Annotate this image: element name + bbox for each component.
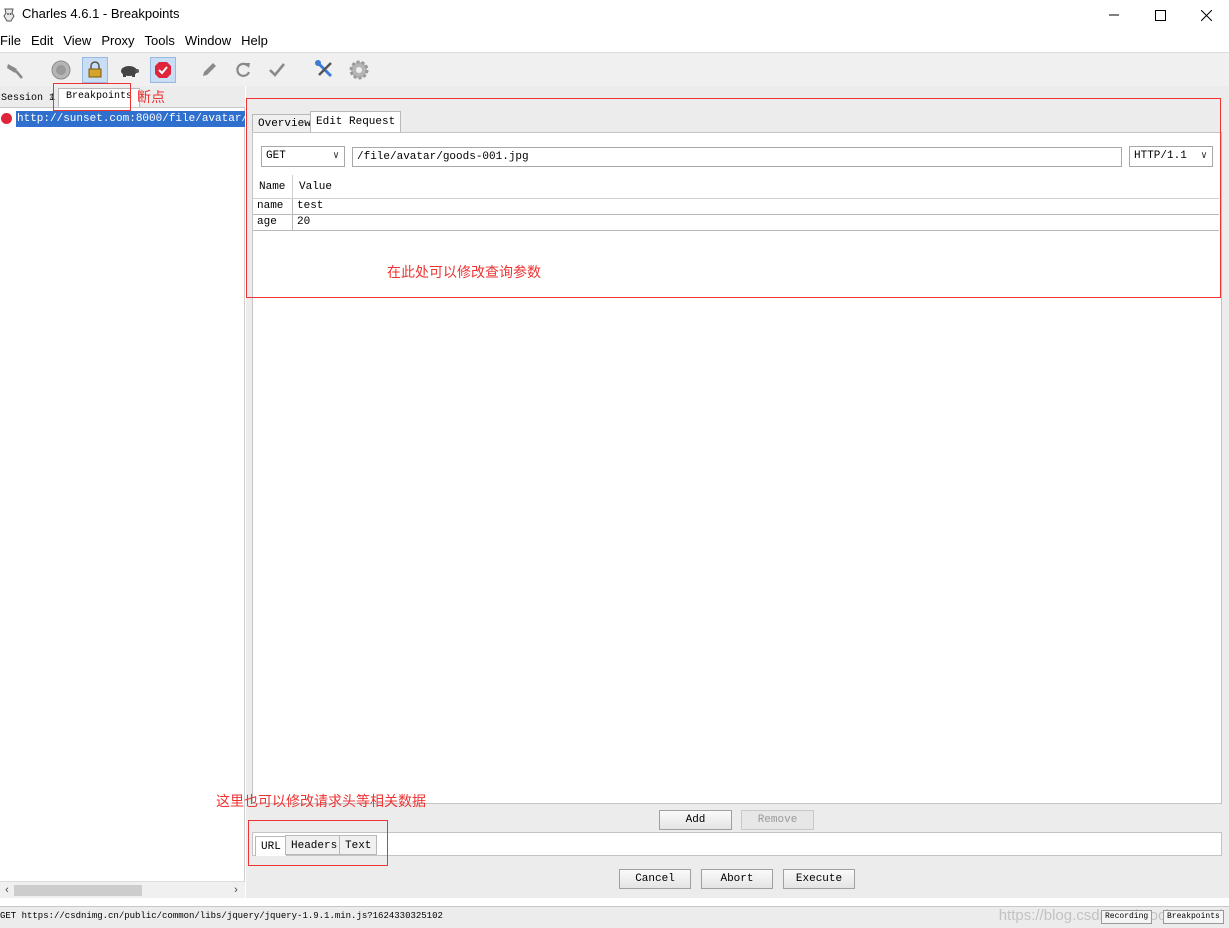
horizontal-scrollbar[interactable]: ‹ › xyxy=(0,881,245,898)
request-list-item[interactable]: http://sunset.com:8000/file/avatar/goods… xyxy=(0,110,245,128)
execute-button[interactable]: Execute xyxy=(783,869,855,889)
menu-view[interactable]: View xyxy=(58,30,96,52)
toolbar xyxy=(0,52,1229,86)
annotation-edit-headers: 这里也可以修改请求头等相关数据 xyxy=(216,793,426,809)
recording-status-button[interactable]: Recording xyxy=(1101,910,1153,924)
pen-icon[interactable] xyxy=(196,57,222,83)
param-name-cell[interactable]: age xyxy=(253,215,293,230)
breakpoint-actions: Cancel Abort Execute xyxy=(246,858,1229,898)
edit-request-panel: GET ∨ /file/avatar/goods-001.jpg HTTP/1.… xyxy=(252,132,1222,804)
maximize-button[interactable] xyxy=(1137,0,1183,30)
menu-window[interactable]: Window xyxy=(180,30,236,52)
check-icon[interactable] xyxy=(264,57,290,83)
status-bar: GET https://csdnimg.cn/public/common/lib… xyxy=(0,906,1229,928)
title-bar: Charles 4.6.1 - Breakpoints xyxy=(0,0,1229,30)
method-value: GET xyxy=(266,150,286,162)
session-panel: Session 1 × Breakpoints http://sunset.co… xyxy=(0,86,245,898)
minimize-button[interactable] xyxy=(1091,0,1137,30)
annotation-edit-params: 在此处可以修改查询参数 xyxy=(387,264,541,280)
scrollbar-thumb[interactable] xyxy=(14,885,142,896)
table-header-row: Name Value xyxy=(253,175,1219,199)
throttle-turtle-icon[interactable] xyxy=(116,57,142,83)
breakpoint-request-icon xyxy=(1,113,12,124)
broom-icon[interactable] xyxy=(2,57,28,83)
session-tabs: Session 1 × Breakpoints xyxy=(0,86,245,108)
menu-tools[interactable]: Tools xyxy=(140,30,180,52)
cancel-button[interactable]: Cancel xyxy=(619,869,691,889)
param-value-cell[interactable]: test xyxy=(293,199,323,214)
method-select[interactable]: GET ∨ xyxy=(261,146,345,167)
menu-edit[interactable]: Edit xyxy=(26,30,58,52)
abort-button[interactable]: Abort xyxy=(701,869,773,889)
breakpoints-status-button[interactable]: Breakpoints xyxy=(1163,910,1224,924)
ssl-lock-icon[interactable] xyxy=(82,57,108,83)
window-title: Charles 4.6.1 - Breakpoints xyxy=(22,6,180,21)
query-params-table: Name Value name test age 20 xyxy=(253,175,1219,231)
remove-param-button[interactable]: Remove xyxy=(741,810,814,830)
status-text: GET https://csdnimg.cn/public/common/lib… xyxy=(0,911,443,921)
param-name-cell[interactable]: name xyxy=(253,199,293,214)
tab-text[interactable]: Text xyxy=(339,835,378,855)
settings-gear-icon[interactable] xyxy=(346,57,372,83)
column-header-name[interactable]: Name xyxy=(253,175,293,199)
breakpoint-icon[interactable] xyxy=(150,57,176,83)
param-value-cell[interactable]: 20 xyxy=(293,215,310,230)
scroll-left-icon[interactable]: ‹ xyxy=(0,882,14,899)
refresh-icon[interactable] xyxy=(230,57,256,83)
tab-edit-request[interactable]: Edit Request xyxy=(310,111,402,132)
scroll-right-icon[interactable]: › xyxy=(229,882,243,899)
path-input[interactable]: /file/avatar/goods-001.jpg xyxy=(352,147,1122,167)
edit-view-tabs: URL Headers Text xyxy=(252,832,1222,856)
tab-headers[interactable]: Headers xyxy=(285,835,344,855)
tab-close-icon[interactable]: × xyxy=(49,91,55,107)
record-icon[interactable] xyxy=(48,57,74,83)
add-param-button[interactable]: Add xyxy=(659,810,732,830)
chevron-down-icon: ∨ xyxy=(332,151,339,162)
table-row[interactable]: name test xyxy=(253,199,1219,215)
close-button[interactable] xyxy=(1183,0,1229,30)
charles-app-icon xyxy=(3,8,15,22)
tab-session-1[interactable]: Session 1 xyxy=(1,91,55,107)
protocol-value: HTTP/1.1 xyxy=(1134,150,1187,162)
menu-proxy[interactable]: Proxy xyxy=(96,30,139,52)
menu-bar: File Edit View Proxy Tools Window Help xyxy=(0,30,1229,52)
tools-icon[interactable] xyxy=(312,57,338,83)
request-url[interactable]: http://sunset.com:8000/file/avatar/goods… xyxy=(16,111,245,127)
tab-breakpoints[interactable]: Breakpoints xyxy=(58,88,141,107)
menu-file[interactable]: File xyxy=(0,30,26,52)
menu-help[interactable]: Help xyxy=(236,30,273,52)
annotation-breakpoints: 断点 xyxy=(137,89,165,105)
column-header-value[interactable]: Value xyxy=(293,175,332,199)
table-row[interactable]: age 20 xyxy=(253,215,1219,231)
tab-overview[interactable]: Overview xyxy=(252,114,317,132)
chevron-down-icon: ∨ xyxy=(1200,151,1207,162)
detail-panel: Overview Edit Request GET ∨ /file/avatar… xyxy=(246,86,1229,898)
protocol-select[interactable]: HTTP/1.1 ∨ xyxy=(1129,146,1213,167)
tab-url[interactable]: URL xyxy=(255,836,287,856)
